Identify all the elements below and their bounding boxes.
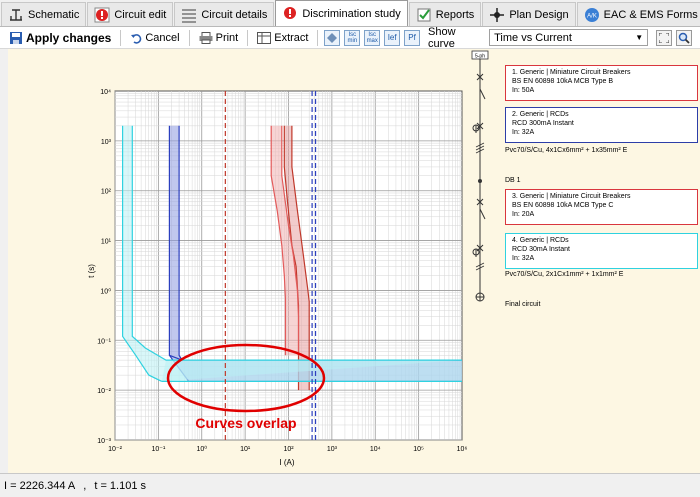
x-tick-label: 10⁵ <box>413 446 424 453</box>
cable-1-label: Pvc70/S/Cu, 4x1Cx6mm² + 1x35mm² E <box>505 147 628 154</box>
breaker-3-icon <box>476 198 486 220</box>
cable-2-label: Pvc70/S/Cu, 2x1Cx1mm² + 1x1mm² E <box>505 271 624 278</box>
print-button[interactable]: Print <box>196 29 242 47</box>
separator <box>247 29 249 46</box>
tab-circuit-edit[interactable]: Circuit edit <box>87 2 174 26</box>
rcd-2-icon <box>472 122 484 133</box>
curves-overlap-annotation: Curves overlap <box>195 415 296 431</box>
circuit-details-icon <box>181 7 197 23</box>
x-tick-label: 10⁻¹ <box>151 446 165 453</box>
y-tick-label: 10⁴ <box>100 89 111 96</box>
x-axis-label: I (A) <box>279 458 294 467</box>
single-line-diagram: 5-ph <box>471 50 489 302</box>
discrimination-icon <box>282 6 298 22</box>
x-tick-labels: 10⁻² 10⁻¹ 10⁰ 10¹ 10² 10³ 10⁴ 10⁵ 10⁶ <box>108 445 467 453</box>
zoom-reset-button[interactable] <box>656 29 673 46</box>
cursor-current-readout: I = 2226.344 A <box>4 479 76 492</box>
tab-label: Schematic <box>28 8 80 21</box>
show-curve-label: Show curve <box>428 25 456 50</box>
x-tick-label: 10⁴ <box>370 446 381 453</box>
pf-button[interactable]: Pf <box>404 29 420 46</box>
reports-icon <box>416 7 432 23</box>
x-tick-label: 10⁶ <box>457 446 468 453</box>
extract-button[interactable]: Extract <box>254 29 311 47</box>
tab-label: EAC & EMS Forms <box>603 8 698 21</box>
tab-label: Discrimination study <box>302 7 401 20</box>
x-tick-label: 10¹ <box>240 446 251 453</box>
tab-bar: Schematic Circuit edit Circuit details D… <box>0 0 700 27</box>
x-tick-label: 10⁰ <box>196 445 207 453</box>
plan-design-icon <box>489 7 505 23</box>
tab-label: Circuit details <box>201 8 268 21</box>
final-circuit-icon <box>475 292 485 302</box>
device-box-2[interactable]: 2. Generic | RCDs RCD 300mA Instant In: … <box>505 107 698 143</box>
separator <box>188 29 190 46</box>
separator <box>317 29 319 46</box>
tab-discrimination-study[interactable]: Discrimination study <box>275 0 408 26</box>
y-tick-label: 10⁻² <box>97 388 111 395</box>
x-tick-label: 10² <box>283 446 294 453</box>
tab-reports[interactable]: Reports <box>408 2 482 26</box>
y-tick-labels: 10⁴ 10³ 10² 10¹ 10⁰ 10⁻¹ 10⁻² 10⁻³ <box>97 89 111 445</box>
y-tick-label: 10⁻³ <box>97 438 111 445</box>
printer-icon <box>199 31 213 44</box>
ief-button[interactable]: Ief <box>384 29 401 46</box>
extract-icon <box>257 31 272 44</box>
svg-text:A/K: A/K <box>587 13 597 19</box>
device-box-3[interactable]: 3. Generic | Miniature Circuit Breakers … <box>505 189 698 225</box>
tab-eac-ems-forms[interactable]: A/K EAC & EMS Forms <box>576 2 700 26</box>
db-node <box>478 179 482 183</box>
final-circuit-label: Final circuit <box>505 301 541 308</box>
y-tick-label: 10⁻¹ <box>97 338 111 345</box>
db-label: DB 1 <box>505 177 521 184</box>
toolbar: Apply changes Cancel Print Extract Isc m… <box>0 25 700 50</box>
tab-label: Circuit edit <box>114 8 167 21</box>
discrimination-panel: 10⁻² 10⁻¹ 10⁰ 10¹ 10² 10³ 10⁴ 10⁵ 10⁶ 10⁴ 10³ 10² 1… <box>8 49 700 473</box>
rcd-4-icon <box>472 244 484 257</box>
isc-min-button[interactable]: Isc min <box>344 29 361 46</box>
device-box-1[interactable]: 1. Generic | Miniature Circuit Breakers … <box>505 65 698 101</box>
device-box-4[interactable]: 4. Generic | RCDs RCD 30mA Instant In: 3… <box>505 233 698 269</box>
zoom-button[interactable] <box>676 29 692 46</box>
show-curve-select[interactable]: Time vs Current ▼ <box>489 29 649 46</box>
undo-icon <box>131 33 142 44</box>
y-axis-label: t (s) <box>87 264 96 278</box>
x-tick-label: 10⁻² <box>108 446 122 453</box>
tab-label: Plan Design <box>509 8 569 21</box>
magnifier-icon <box>678 32 690 44</box>
y-tick-label: 10² <box>101 189 112 196</box>
status-bar: I = 2226.344 A , t = 1.101 s <box>0 473 700 497</box>
cursor-time-readout: t = 1.101 s <box>94 479 147 492</box>
y-tick-label: 10¹ <box>101 239 112 246</box>
chevron-down-icon: ▼ <box>635 33 644 42</box>
expand-icon <box>659 32 670 43</box>
diamond-toggle-button[interactable] <box>324 29 341 46</box>
tab-circuit-details[interactable]: Circuit details <box>174 2 275 26</box>
save-icon <box>10 31 22 44</box>
circuit-edit-icon <box>94 7 110 23</box>
diamond-icon <box>327 32 338 43</box>
status-separator: , <box>83 479 87 492</box>
tab-label: Reports <box>435 8 475 21</box>
y-tick-label: 10⁰ <box>100 287 111 295</box>
isc-max-button[interactable]: Isc max <box>364 29 381 46</box>
tab-plan-design[interactable]: Plan Design <box>482 2 576 26</box>
x-tick-label: 10³ <box>327 446 338 453</box>
schematic-icon <box>8 7 24 23</box>
tab-schematic[interactable]: Schematic <box>1 2 87 26</box>
y-tick-label: 10³ <box>101 139 112 146</box>
supply-label: 5-ph <box>475 54 485 60</box>
left-gutter <box>0 49 8 473</box>
breaker-1-icon <box>476 73 486 100</box>
apply-changes-button[interactable]: Apply changes <box>6 29 114 47</box>
cancel-button[interactable]: Cancel <box>127 29 182 47</box>
separator <box>120 29 122 46</box>
eac-forms-icon: A/K <box>584 7 600 23</box>
